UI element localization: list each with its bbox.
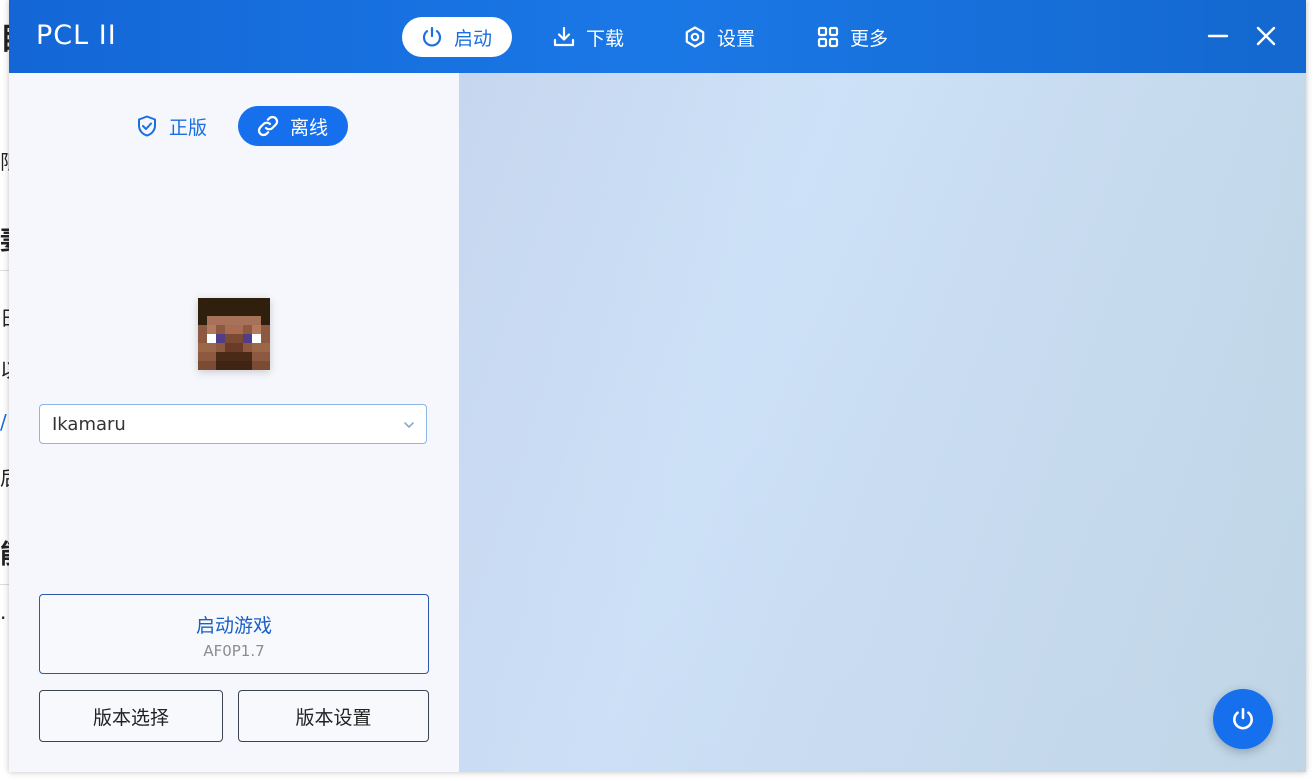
close-button[interactable] [1252, 22, 1280, 50]
version-select-button[interactable]: 版本选择 [39, 690, 223, 742]
username-dropdown[interactable]: Ikamaru [39, 404, 427, 444]
login-tab-premium-label: 正版 [169, 116, 208, 139]
close-icon [1256, 26, 1276, 46]
launcher-window: PCL II 启动 下载 设置 更多 正版 离线 Ikamaru 启动游戏 AF… [9, 0, 1306, 772]
launch-side-panel: 正版 离线 Ikamaru 启动游戏 AF0P1.7 版本选择 版本设置 [9, 73, 459, 772]
nav-settings-label: 设置 [717, 27, 756, 50]
login-tab-premium[interactable]: 正版 [135, 106, 207, 146]
nav-more-label: 更多 [850, 27, 889, 50]
nav-launch-label: 启动 [454, 27, 493, 50]
nav-download-tab[interactable]: 下载 [552, 17, 624, 57]
minimize-button[interactable] [1204, 22, 1232, 50]
version-settings-button[interactable]: 版本设置 [238, 690, 429, 742]
launch-game-label: 启动游戏 [195, 615, 272, 637]
minimize-icon [1207, 34, 1229, 38]
player-avatar [198, 298, 270, 370]
nav-settings-tab[interactable]: 设置 [683, 17, 755, 57]
launch-game-button[interactable]: 启动游戏 AF0P1.7 [39, 594, 429, 674]
app-title: PCL II [36, 20, 117, 51]
background-content-area [459, 73, 1306, 772]
nav-download-label: 下载 [586, 27, 625, 50]
login-tab-offline[interactable]: 离线 [238, 106, 349, 146]
nav-launch-tab[interactable]: 启动 [402, 17, 513, 57]
power-icon [422, 26, 442, 47]
power-icon [1233, 707, 1253, 730]
player-skin-head-icon [198, 298, 270, 370]
floating-launch-button[interactable] [1213, 689, 1273, 749]
chevron-down-icon [404, 422, 414, 428]
grid-icon [817, 26, 839, 48]
nav-more-tab[interactable]: 更多 [816, 17, 888, 57]
link-icon [257, 115, 279, 137]
title-bar[interactable]: PCL II 启动 下载 设置 更多 [9, 0, 1306, 73]
settings-icon [685, 26, 705, 48]
selected-version-label: AF0P1.7 [203, 642, 265, 660]
download-icon [553, 26, 575, 47]
username-value: Ikamaru [52, 413, 126, 435]
shield-check-icon [138, 115, 156, 137]
login-tab-offline-label: 离线 [290, 116, 329, 139]
